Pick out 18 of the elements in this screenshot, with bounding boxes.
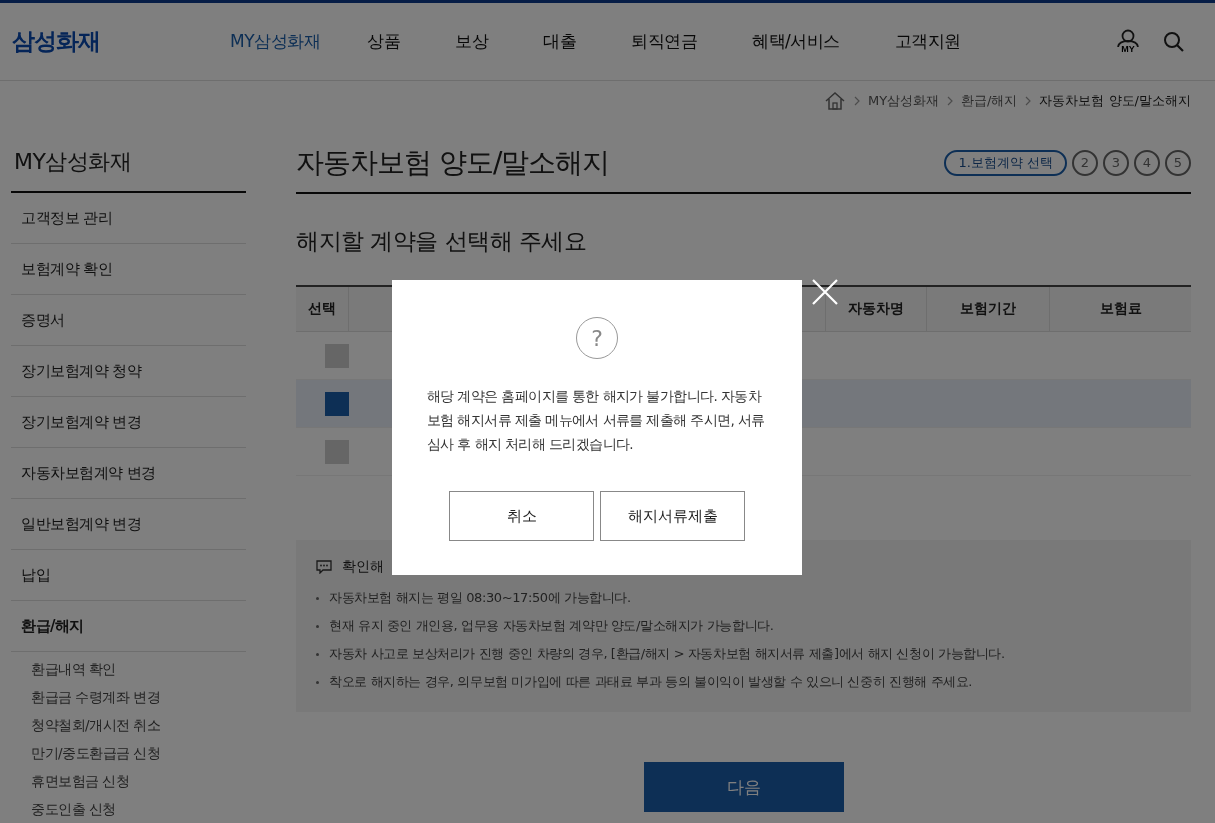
step-indicator: 5 xyxy=(1165,149,1191,176)
notice-text: 현재 유지 중인 개인용, 업무용 자동차보험 계약만 양도/말소해지가 가능합니다. xyxy=(329,617,774,635)
notice-text: 자동차보험 해지는 평일 08:30~17:50에 가능합니다. xyxy=(329,589,631,607)
column-header: 자동차명 xyxy=(826,287,927,331)
sidebar-title: MY삼성화재 xyxy=(11,121,246,193)
step-indicator: 3 xyxy=(1103,149,1129,176)
column-header: 보험료 xyxy=(1098,299,1143,318)
step-indicator: 2 xyxy=(1072,149,1098,176)
section-heading: 해지할 계약을 선택해 주세요 xyxy=(296,227,588,256)
notice-text: 착오로 해지하는 경우, 의무보험 미가입에 따른 과태료 부과 등의 불이익이 발생할 수 있으니 신중히 진행해 주세요. xyxy=(329,673,973,691)
notice-text: 자동차 사고로 보상처리가 진행 중인 차량의 경우, [환급/해지 > 자동차보험 해지서류 제출]에서 해지 신청이 가능합니다. xyxy=(329,645,1005,663)
modal-message: 해당 계약은 홈페이지를 통한 해지가 불가합니다. 자동차보험 해지서류 제출 메뉴에서 서류를 제출해 주시면, 서류심사 후 해지 처리해 드리겠습니다. xyxy=(427,387,766,454)
page-title: 자동차보험 양도/말소해지 xyxy=(296,144,610,181)
step-indicator: 4 xyxy=(1134,149,1160,176)
notice-heading: 확인해 xyxy=(342,558,384,576)
column-header: 선택 xyxy=(296,287,349,331)
column-header: 보험기간 xyxy=(927,287,1050,331)
step-indicator: 1.보험계약 선택 xyxy=(944,149,1067,176)
